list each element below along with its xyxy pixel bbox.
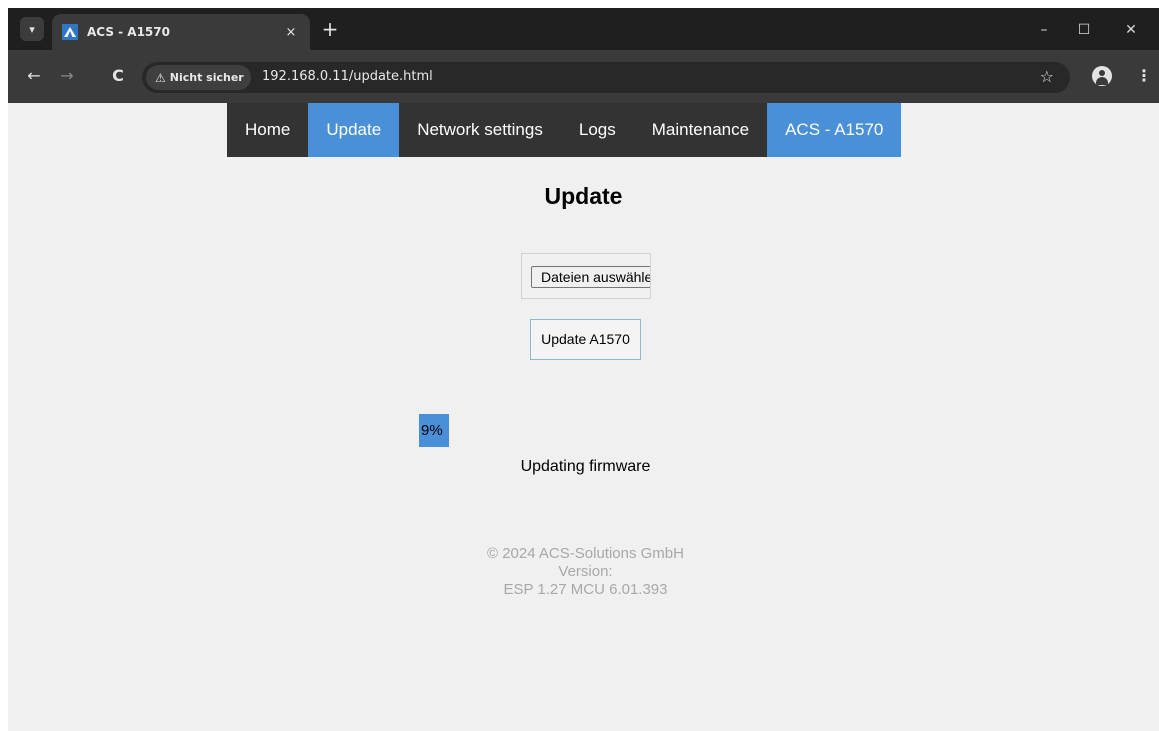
- url-text[interactable]: 192.168.0.11/update.html: [262, 69, 433, 84]
- copyright-text: © 2024 ACS-Solutions GmbH: [487, 545, 684, 562]
- reload-icon[interactable]: C: [106, 64, 130, 88]
- tab-close-icon[interactable]: ×: [282, 25, 300, 40]
- maximize-icon[interactable]: ☐: [1069, 18, 1099, 42]
- profile-avatar-icon[interactable]: [1092, 66, 1112, 86]
- page-title: Update: [544, 183, 623, 209]
- minimize-icon[interactable]: –: [1029, 18, 1059, 42]
- security-chip[interactable]: ⚠ Nicht sicher: [146, 65, 251, 90]
- top-navigation: Home Update Network settings Logs Mainte…: [227, 103, 902, 157]
- footer: © 2024 ACS-Solutions GmbH Version: ESP 1…: [8, 545, 1159, 599]
- browser-tab-strip: ▾ ACS - A1570 × + – ☐ ✕: [8, 8, 1159, 50]
- nav-update[interactable]: Update: [308, 103, 400, 157]
- bookmark-star-icon[interactable]: ☆: [1040, 67, 1054, 86]
- back-arrow-icon[interactable]: ←: [22, 64, 46, 88]
- nav-home[interactable]: Home: [227, 103, 308, 157]
- close-window-icon[interactable]: ✕: [1116, 18, 1146, 42]
- browser-menu-icon[interactable]: ⋮: [1136, 64, 1152, 88]
- page-viewport: Home Update Network settings Logs Mainte…: [8, 103, 1159, 731]
- update-status: Updating firmware: [520, 458, 651, 475]
- browser-toolbar: ← → C ⚠ Nicht sicher 192.168.0.11/update…: [8, 50, 1159, 103]
- forward-arrow-icon[interactable]: →: [55, 64, 79, 88]
- site-favicon-icon: [62, 24, 78, 40]
- warning-icon: ⚠: [155, 70, 166, 85]
- browser-tab[interactable]: ACS - A1570 ×: [52, 14, 310, 50]
- nav-logs[interactable]: Logs: [561, 103, 634, 157]
- tab-title: ACS - A1570: [87, 25, 170, 39]
- security-chip-label: Nicht sicher: [169, 71, 244, 84]
- update-firmware-button[interactable]: Update A1570: [530, 319, 641, 360]
- nav-network-settings[interactable]: Network settings: [399, 103, 561, 157]
- file-input: Dateien auswählen: [521, 253, 651, 299]
- choose-files-button[interactable]: Dateien auswählen: [531, 266, 650, 288]
- version-label: Version:: [558, 563, 613, 580]
- nav-maintenance[interactable]: Maintenance: [634, 103, 767, 157]
- tab-search-chevron-icon[interactable]: ▾: [20, 17, 44, 41]
- new-tab-plus-icon[interactable]: +: [318, 18, 342, 42]
- version-value: ESP 1.27 MCU 6.01.393: [503, 581, 668, 598]
- nav-device-name[interactable]: ACS - A1570: [767, 103, 902, 157]
- progress-bar: 9%: [419, 414, 749, 447]
- progress-fill: 9%: [419, 414, 449, 447]
- address-bar[interactable]: ⚠ Nicht sicher 192.168.0.11/update.html …: [142, 62, 1070, 93]
